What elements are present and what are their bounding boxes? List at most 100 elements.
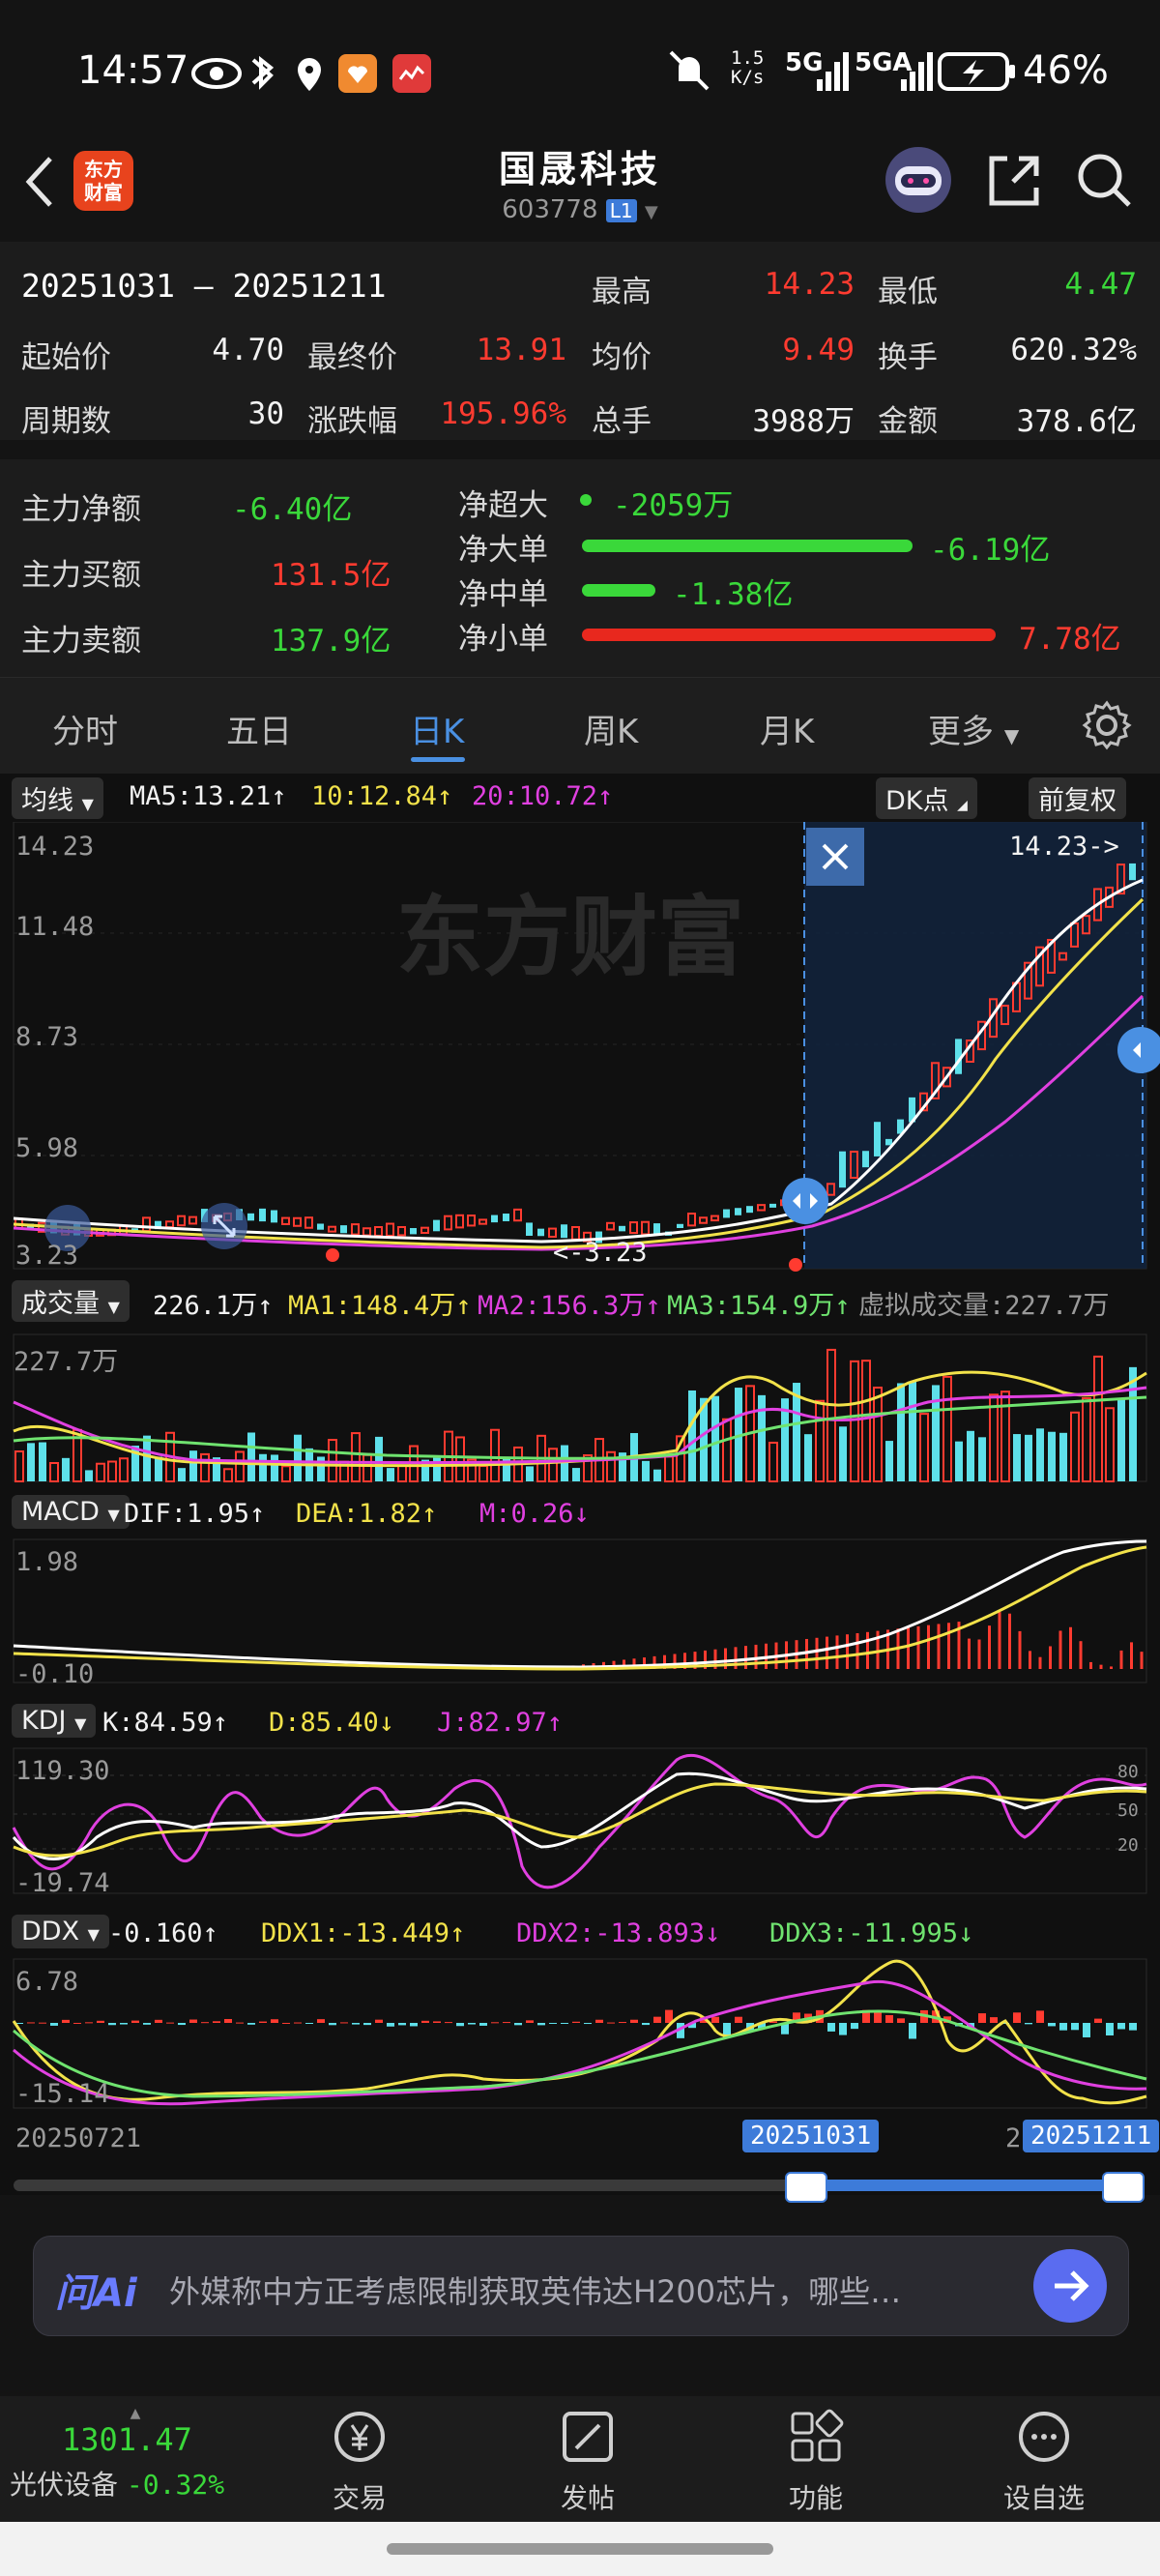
index-change: -0.32% bbox=[126, 2469, 225, 2501]
ddx-bar bbox=[456, 2023, 464, 2027]
volume-bar bbox=[375, 1436, 383, 1481]
index-row: 光伏设备 -0.32% bbox=[10, 2464, 261, 2503]
kdj-ref-50: 50 bbox=[1117, 1800, 1139, 1821]
label-super-large: 净超大 bbox=[458, 488, 548, 523]
volume-bar bbox=[119, 1457, 129, 1482]
label-main-buy: 主力买额 bbox=[21, 558, 141, 593]
ai-submit-arrow-icon[interactable] bbox=[1033, 2249, 1107, 2323]
volume-bar bbox=[96, 1462, 105, 1483]
more-dots-icon bbox=[1019, 2412, 1069, 2462]
macd-bar bbox=[1038, 1656, 1042, 1669]
ddx-bar bbox=[1106, 2023, 1114, 2035]
stock-header: 东方 财富 国晟科技 603778 L1 ▼ bbox=[0, 135, 1160, 242]
candle bbox=[165, 1220, 174, 1229]
macd-bar bbox=[1110, 1666, 1113, 1669]
share-icon[interactable] bbox=[984, 151, 1044, 211]
value-main-buy: 131.5亿 bbox=[271, 558, 392, 593]
macd-bar bbox=[826, 1636, 828, 1669]
legend-ma20: 20:10.72↑ bbox=[472, 781, 614, 811]
settings-gear-icon[interactable] bbox=[1081, 699, 1133, 751]
kdj-selector[interactable]: KDJ ▼ bbox=[12, 1704, 97, 1738]
ai-assistant-bar[interactable]: 问Ai 外媒称中方正考虑限制获取英伟达H200芯片，哪些… bbox=[33, 2236, 1129, 2336]
volume-bar bbox=[826, 1348, 836, 1482]
volume-bar bbox=[178, 1468, 186, 1481]
candle bbox=[478, 1218, 487, 1225]
value-close: 13.91 bbox=[476, 333, 566, 367]
tab-weekly-k[interactable]: 周K bbox=[584, 705, 638, 752]
kdj-k-line bbox=[12, 1771, 1147, 1860]
nav-index-quote[interactable]: ▲ 1301.47 光伏设备 -0.32% bbox=[10, 2406, 261, 2503]
macd-bar bbox=[1130, 1642, 1133, 1669]
grid-functions-icon bbox=[791, 2409, 844, 2462]
ddx-bar bbox=[50, 2023, 58, 2026]
capital-flow-panel: 主力净额 -6.40亿 主力买额 131.5亿 主力卖额 137.9亿 净超大 … bbox=[0, 459, 1160, 677]
dk-point-button[interactable]: DK点 ◢ bbox=[876, 777, 977, 819]
macd-bar bbox=[927, 1625, 930, 1669]
stock-code-row[interactable]: 603778 L1 ▼ bbox=[387, 195, 773, 224]
macd-selector[interactable]: MACD ▼ bbox=[12, 1495, 130, 1529]
nav-trade[interactable]: 交易 bbox=[282, 2406, 437, 2516]
y-label-1: 14.23 bbox=[15, 832, 95, 862]
volume-bar bbox=[1082, 1396, 1091, 1482]
macd-bar bbox=[998, 1612, 1001, 1669]
range-handle-left-icon[interactable] bbox=[782, 1178, 828, 1224]
ddx-bar bbox=[271, 2019, 278, 2023]
search-icon[interactable] bbox=[1075, 151, 1135, 211]
forward-adjust-button[interactable]: 前复权 bbox=[1029, 777, 1126, 819]
chevron-down-icon: ▼ bbox=[1003, 724, 1020, 747]
nav-add-watchlist[interactable]: 设自选 bbox=[967, 2406, 1121, 2516]
ddx-bar bbox=[491, 2022, 499, 2024]
ddx-bar bbox=[433, 2021, 441, 2023]
volume-bar bbox=[861, 1360, 871, 1482]
macd-bars-group bbox=[541, 1612, 1144, 1670]
ddx-selector[interactable]: DDX ▼ bbox=[12, 1915, 109, 1948]
nav-post[interactable]: 发帖 bbox=[510, 2406, 665, 2516]
legend-k: K:84.59↑ bbox=[102, 1708, 229, 1738]
candle bbox=[503, 1214, 509, 1221]
kdj-ref-20: 20 bbox=[1117, 1835, 1139, 1856]
label-medium: 净中单 bbox=[458, 577, 548, 612]
macd-bar bbox=[835, 1635, 839, 1669]
back-icon[interactable] bbox=[21, 153, 60, 211]
tab-more[interactable]: 更多 ▼ bbox=[928, 705, 1019, 752]
chevron-down-icon: ▼ bbox=[644, 202, 658, 222]
ddx-bar bbox=[39, 2022, 46, 2024]
tab-five-day[interactable]: 五日 bbox=[226, 705, 292, 752]
volume-bar bbox=[885, 1441, 893, 1481]
tab-monthly-k[interactable]: 月K bbox=[760, 705, 814, 752]
tab-daily-k[interactable]: 日K bbox=[410, 705, 464, 752]
timeline-handle-left[interactable] bbox=[785, 2172, 827, 2203]
volume-bar bbox=[1013, 1434, 1021, 1481]
stock-name: 国晟科技 bbox=[498, 148, 661, 190]
home-indicator[interactable] bbox=[387, 2543, 773, 2555]
robot-assistant-icon[interactable] bbox=[882, 143, 955, 217]
ddx-bar bbox=[131, 2020, 139, 2023]
volume-bar bbox=[815, 1399, 825, 1482]
label-turnover: 换手 bbox=[878, 340, 938, 375]
candle bbox=[340, 1225, 347, 1234]
ma-selector[interactable]: 均线 ▼ bbox=[12, 777, 103, 819]
chevron-down-icon: ▼ bbox=[87, 1925, 100, 1944]
candle bbox=[351, 1223, 360, 1236]
volume-selector[interactable]: 成交量 ▼ bbox=[12, 1280, 130, 1322]
chart-watermark: 东方财富 bbox=[396, 887, 744, 988]
value-super-large: -2059万 bbox=[613, 488, 734, 523]
volume-bar bbox=[967, 1430, 974, 1481]
kdj-y-top: 119.30 bbox=[15, 1756, 110, 1786]
ddx-bar bbox=[503, 2022, 510, 2024]
ddx-bar bbox=[213, 2021, 220, 2023]
ddx-bar bbox=[549, 2023, 557, 2024]
timeline-handle-right[interactable] bbox=[1102, 2172, 1145, 2203]
macd-bar bbox=[916, 1625, 920, 1669]
macd-bar bbox=[856, 1633, 859, 1669]
tab-intraday[interactable]: 分时 bbox=[52, 705, 118, 752]
ddx-bar bbox=[897, 2018, 905, 2023]
status-bar: 14:57 1.5 K/s 5G 5GA 46% bbox=[0, 0, 1160, 145]
volume-bar bbox=[351, 1432, 361, 1483]
volume-bar bbox=[664, 1455, 674, 1482]
label-avg: 均价 bbox=[592, 340, 652, 375]
nav-functions[interactable]: 功能 bbox=[739, 2406, 893, 2516]
ddx-bar bbox=[410, 2023, 418, 2027]
ddx-bar bbox=[85, 2022, 93, 2024]
candle bbox=[839, 1151, 846, 1188]
